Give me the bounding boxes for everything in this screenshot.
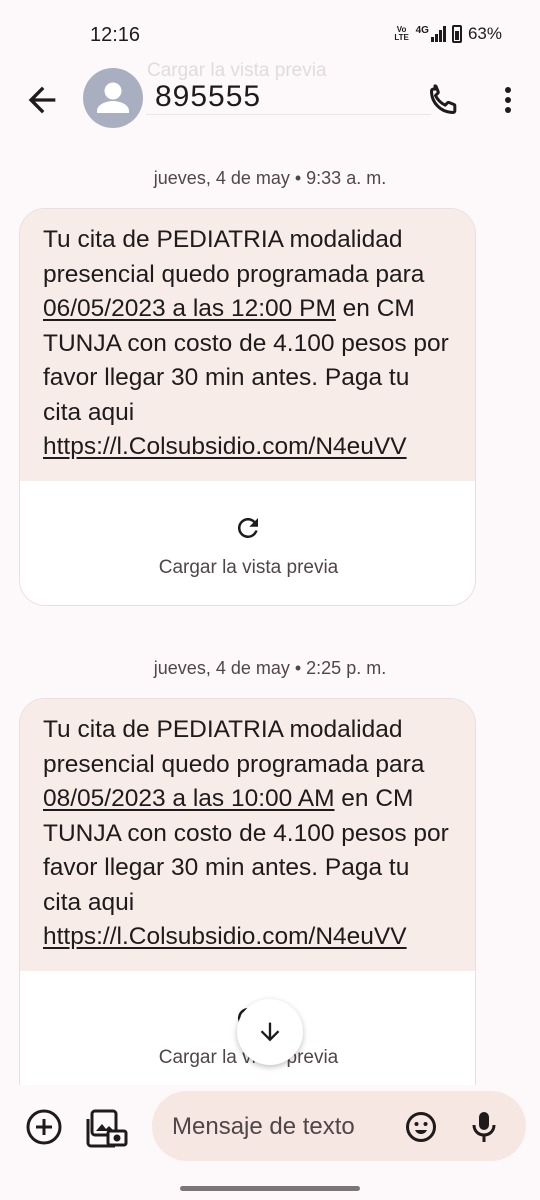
date-link[interactable]: 08/05/2023 a las 10:00 AM [43, 785, 335, 812]
gallery-icon [86, 1109, 128, 1148]
avatar[interactable] [83, 68, 143, 128]
more-vert-icon [505, 87, 511, 113]
date-link[interactable]: 06/05/2023 a las 12:00 PM [43, 295, 336, 322]
load-preview-label: Cargar la vista previa [158, 556, 339, 578]
message-url-link[interactable]: https://l.Colsubsidio.com/N4euVV [43, 923, 407, 950]
gallery-button[interactable] [86, 1107, 128, 1149]
voice-input-button[interactable] [468, 1109, 500, 1145]
header-divider [146, 114, 431, 115]
message-text: Tu cita de PEDIATRIA modalidad presencia… [20, 699, 475, 971]
message-timestamp: jueves, 4 de may • 2:25 p. m. [153, 658, 387, 678]
back-button[interactable] [22, 80, 62, 120]
add-circle-icon [26, 1109, 62, 1145]
status-icons: Vo LTE 4G 63% [394, 24, 502, 44]
emoji-icon [406, 1112, 436, 1142]
more-options-button[interactable] [490, 80, 526, 120]
scroll-to-bottom-button[interactable] [237, 999, 303, 1065]
signal-icon [430, 26, 446, 42]
home-indicator[interactable] [180, 1186, 360, 1191]
conversation-header: 895555 [0, 68, 540, 134]
volte-icon: Vo LTE [394, 25, 409, 42]
refresh-icon [237, 517, 258, 538]
contact-name[interactable]: 895555 [155, 80, 261, 114]
status-time: 12:16 [90, 24, 141, 46]
message-url-link[interactable]: https://l.Colsubsidio.com/N4euVV [43, 433, 407, 460]
message-text: Tu cita de PEDIATRIA modalidad presencia… [20, 209, 475, 481]
link-preview[interactable]: Cargar la vista previa [20, 480, 475, 605]
emoji-button[interactable] [405, 1111, 437, 1143]
message-bubble[interactable]: Tu cita de PEDIATRIA modalidad presencia… [19, 208, 476, 606]
message-input[interactable]: Mensaje de texto [152, 1091, 526, 1161]
battery-percent: 63% [467, 24, 502, 43]
arrow-down-icon [260, 1022, 280, 1042]
network-type: 4G [415, 24, 429, 36]
battery-icon [451, 25, 462, 43]
add-attachment-button[interactable] [24, 1107, 64, 1147]
compose-bar: Mensaje de texto [0, 1085, 540, 1200]
message-input-placeholder: Mensaje de texto [172, 1113, 355, 1140]
message-timestamp: jueves, 4 de may • 9:33 a. m. [153, 168, 387, 188]
person-icon [97, 82, 129, 113]
back-arrow-icon [28, 86, 56, 114]
mic-icon [472, 1112, 496, 1142]
